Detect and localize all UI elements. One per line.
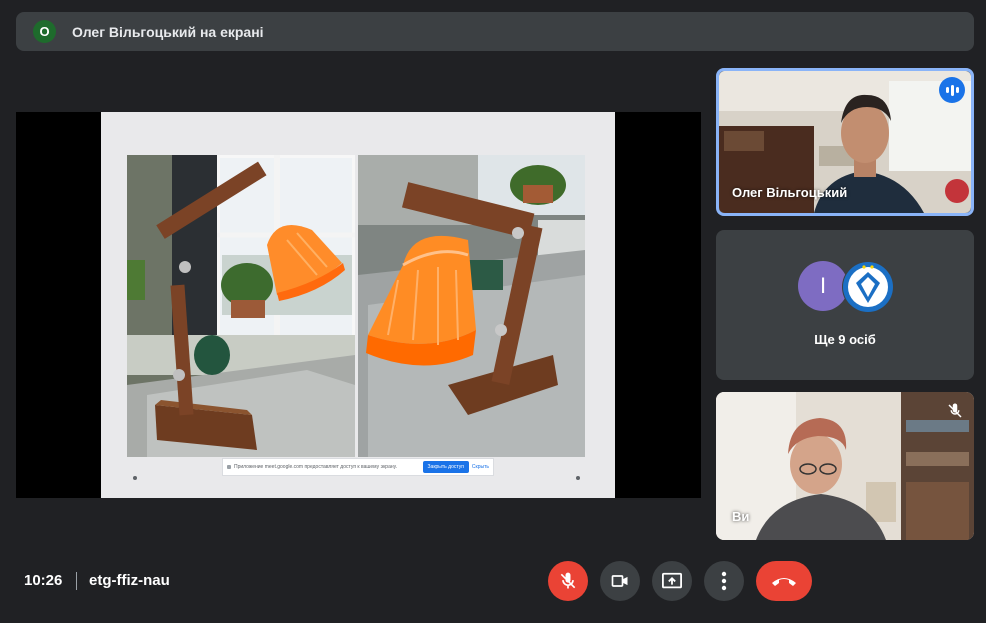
- slide-prev-dot: [133, 476, 137, 480]
- more-vert-icon: [721, 571, 727, 591]
- participant-tile-active-speaker[interactable]: Олег Вільгоцький: [716, 68, 974, 216]
- share-indicator-icon: [227, 465, 231, 469]
- mic-off-icon: [560, 572, 576, 589]
- shared-screen: Приложение meet.google.com предоставляет…: [101, 112, 615, 498]
- others-avatars: І: [798, 261, 898, 313]
- call-end-icon: [772, 578, 796, 586]
- share-message: Приложение meet.google.com предоставляет…: [234, 464, 398, 470]
- divider: [76, 572, 77, 590]
- participant-avatar: І: [798, 261, 848, 311]
- more-options-button[interactable]: [704, 561, 744, 601]
- photo-lamp-left: [127, 155, 355, 457]
- stop-sharing-button[interactable]: Закрыть доступ: [422, 461, 469, 473]
- dynamo-logo-avatar: [842, 261, 894, 313]
- presentation-stage[interactable]: Приложение meet.google.com предоставляет…: [16, 112, 701, 498]
- screen-share-notification: Приложение meet.google.com предоставляет…: [222, 458, 494, 476]
- presenter-banner: О Олег Вільгоцький на екрані: [16, 12, 974, 51]
- self-label: Ви: [732, 509, 750, 524]
- meeting-code[interactable]: etg-ffiz-nau: [89, 572, 170, 589]
- present-to-all-icon: [662, 572, 682, 589]
- toggle-camera-button[interactable]: [600, 561, 640, 601]
- toggle-mic-button[interactable]: [548, 561, 588, 601]
- active-speaker-name: Олег Вільгоцький: [732, 185, 848, 200]
- photo-lamp-right: [358, 155, 585, 457]
- bottom-control-bar: 10:26 etg-ffiz-nau: [0, 540, 986, 623]
- self-video: [716, 392, 974, 540]
- presenter-banner-title: Олег Вільгоцький на екрані: [72, 23, 264, 40]
- more-participants-label: Ще 9 осіб: [814, 332, 876, 347]
- present-now-button[interactable]: [652, 561, 692, 601]
- hide-notification-link[interactable]: Скрыть: [472, 464, 489, 470]
- participant-tile-self[interactable]: Ви: [716, 392, 974, 540]
- videocam-icon: [611, 575, 628, 587]
- meeting-clock: 10:26: [24, 572, 63, 589]
- participant-tile-others[interactable]: І Ще 9 осіб: [716, 230, 974, 380]
- presenter-avatar: О: [33, 20, 56, 43]
- speaking-indicator-icon: [939, 77, 965, 103]
- leave-call-button[interactable]: [756, 561, 812, 601]
- self-mic-off-icon: [946, 402, 964, 420]
- slide-next-dot: [576, 476, 580, 480]
